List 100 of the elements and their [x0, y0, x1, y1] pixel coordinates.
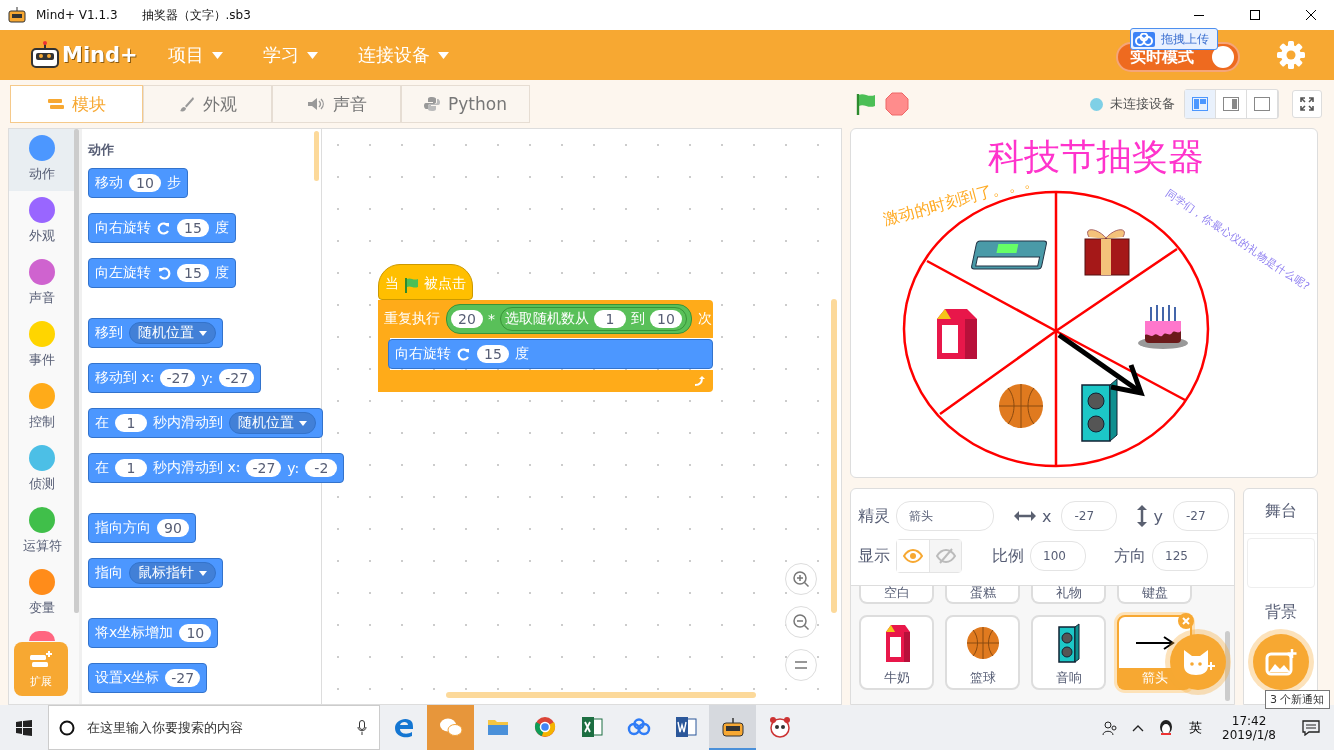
- number-input[interactable]: 1: [115, 414, 147, 432]
- panda-face-icon: [768, 715, 791, 738]
- logo-text: Mind+: [62, 43, 138, 67]
- stage-title: 科技节抽奖器: [988, 136, 1204, 177]
- repeat-block[interactable]: 重复执行 20 * 选取随机数从 1 到 10 次 向右旋转 15 度: [378, 300, 713, 392]
- upload-badge[interactable]: 拖拽上传: [1130, 28, 1218, 50]
- motion-block[interactable]: 向右旋转 15 度: [388, 339, 713, 369]
- stage-caption: 同学们，你最心仪的礼物是什么呢?: [1163, 186, 1312, 293]
- layout-button[interactable]: [1185, 90, 1216, 118]
- zoom-in-button[interactable]: [785, 563, 817, 595]
- chevron-up-icon[interactable]: [1132, 723, 1145, 732]
- number-input[interactable]: 10: [129, 174, 161, 192]
- motion-block[interactable]: 设置x坐标 -27: [88, 663, 208, 693]
- field-label: 方向: [1114, 545, 1146, 567]
- reset-zoom-button[interactable]: [785, 649, 817, 681]
- category-item[interactable]: 动作: [9, 129, 75, 191]
- motion-block[interactable]: 指向 鼠标指针: [88, 558, 223, 588]
- motion-block[interactable]: 将x坐标增加 10: [88, 618, 219, 648]
- number-input[interactable]: 1: [115, 459, 147, 477]
- block-label: 移动到 x:: [95, 369, 155, 387]
- sprite-name: 音响: [1054, 669, 1083, 687]
- number-input[interactable]: -2: [305, 459, 338, 477]
- caret-icon: [299, 420, 307, 426]
- number-input[interactable]: 10: [179, 624, 212, 642]
- tab[interactable]: Python: [401, 85, 530, 123]
- motion-block[interactable]: 向右旋转 15 度: [88, 213, 236, 243]
- layout-icon: [1223, 97, 1239, 111]
- number-input[interactable]: 20: [451, 310, 483, 328]
- dropdown[interactable]: 随机位置: [229, 412, 316, 434]
- dropdown[interactable]: 鼠标指针: [129, 562, 216, 584]
- scrollbar[interactable]: [74, 129, 79, 613]
- number-input[interactable]: 10: [650, 310, 682, 328]
- minimize-icon: [1194, 14, 1204, 16]
- number-input[interactable]: -27: [246, 459, 282, 477]
- sprite-tile[interactable]: 牛奶: [859, 615, 934, 690]
- zoom-out-button[interactable]: [785, 606, 817, 638]
- hide-button[interactable]: [929, 540, 961, 572]
- dropdown[interactable]: 随机位置: [129, 322, 216, 344]
- run-flag-button[interactable]: [854, 92, 878, 116]
- sprite-tile[interactable]: 篮球: [945, 615, 1020, 690]
- motion-block[interactable]: 在 1 秒内滑动到 随机位置: [88, 408, 323, 438]
- x-field[interactable]: -27: [1061, 501, 1118, 531]
- fullscreen-button[interactable]: [1292, 90, 1322, 118]
- sprite-tile[interactable]: 礼物: [1031, 586, 1106, 604]
- number-input[interactable]: -27: [160, 369, 196, 387]
- brush-icon: [178, 96, 195, 112]
- tab[interactable]: 外观: [143, 85, 272, 123]
- size-field[interactable]: 100: [1030, 541, 1086, 571]
- basketball-icon: [965, 625, 1000, 660]
- motion-block[interactable]: 向左旋转 15 度: [88, 258, 236, 288]
- input-method-indicator[interactable]: 英: [1189, 718, 1203, 737]
- number-input[interactable]: 15: [177, 264, 209, 282]
- sprite-tile[interactable]: 蛋糕: [945, 586, 1020, 604]
- delete-icon[interactable]: [1178, 613, 1194, 629]
- block-label: 移到: [95, 324, 123, 342]
- device-status: 未连接设备: [1110, 95, 1175, 113]
- python-icon: [424, 96, 441, 112]
- direction-field[interactable]: 125: [1152, 541, 1208, 571]
- number-input[interactable]: -27: [219, 369, 255, 387]
- sprite-tile[interactable]: 空白: [859, 586, 934, 604]
- field-label: x: [1042, 506, 1052, 526]
- scrollbar[interactable]: [314, 131, 319, 181]
- sprite-name-field[interactable]: 箭头: [896, 501, 994, 531]
- robot-logo-icon: [30, 41, 60, 69]
- number-input[interactable]: 15: [177, 219, 209, 237]
- milk-carton-drawing: [937, 309, 977, 359]
- motion-block[interactable]: 移动到 x: -27 y: -27: [88, 363, 262, 393]
- cat-face-icon: [1181, 648, 1215, 676]
- motion-block[interactable]: 在 1 秒内滑动到 x: -27 y: -2: [88, 453, 345, 483]
- scrollbar[interactable]: [446, 692, 756, 698]
- operator-block[interactable]: 选取随机数从 1 到 10: [500, 307, 687, 331]
- scrollbar[interactable]: [1225, 631, 1230, 701]
- operator-block[interactable]: 20 * 选取随机数从 1 到 10: [446, 304, 692, 334]
- add-sprite-button[interactable]: [1170, 634, 1226, 690]
- search-field[interactable]: 在这里输入你要搜索的内容: [48, 705, 380, 750]
- motion-block[interactable]: 指向方向 90: [88, 513, 196, 543]
- block-label: 在: [95, 459, 109, 477]
- motion-block[interactable]: 移动 10 步: [88, 168, 188, 198]
- clock-date: 2019/1/8: [1222, 727, 1276, 742]
- caret-icon: [211, 51, 223, 59]
- number-input[interactable]: 90: [157, 519, 189, 537]
- sprite-tile[interactable]: 键盘: [1117, 586, 1192, 604]
- tab[interactable]: 声音: [272, 85, 401, 123]
- motion-block[interactable]: 移到 随机位置: [88, 318, 223, 348]
- people-icon[interactable]: [1102, 719, 1119, 736]
- robot-icon: [720, 716, 745, 737]
- number-input[interactable]: 15: [477, 345, 509, 363]
- category-item[interactable]: 变量: [9, 563, 75, 625]
- block-label: 秒内滑动到: [153, 414, 223, 432]
- close-icon: [1306, 10, 1316, 20]
- number-input[interactable]: -27: [165, 669, 201, 687]
- stop-button[interactable]: [885, 92, 909, 116]
- settings-icon[interactable]: [1276, 40, 1306, 70]
- taskbar-app[interactable]: [709, 705, 756, 750]
- number-input[interactable]: 1: [594, 310, 626, 328]
- penguin-icon[interactable]: [1158, 718, 1175, 737]
- y-field[interactable]: -27: [1172, 501, 1229, 531]
- sprite-tile[interactable]: 音响: [1031, 615, 1106, 690]
- add-backdrop-button[interactable]: [1253, 634, 1309, 690]
- scrollbar[interactable]: [831, 299, 837, 613]
